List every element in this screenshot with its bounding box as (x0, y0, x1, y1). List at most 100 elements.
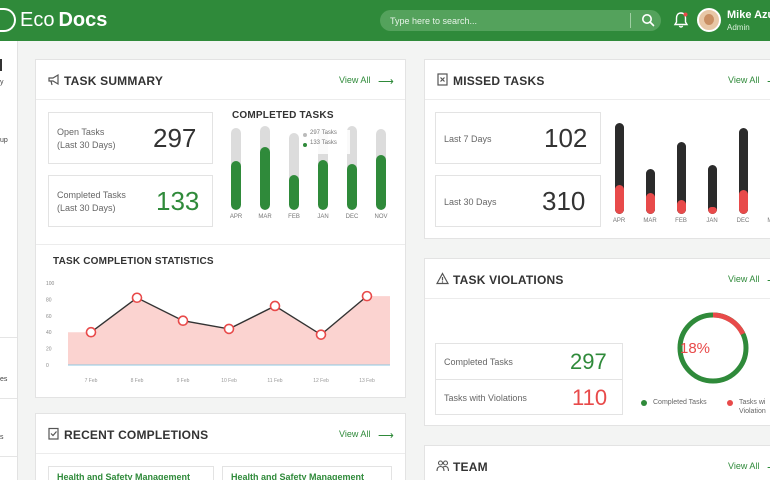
data-point (131, 292, 143, 304)
last-7-days-label: Last 7 Days (444, 134, 492, 144)
bar-fill (318, 159, 328, 210)
logo-mark-icon (0, 8, 16, 32)
avatar[interactable] (697, 8, 721, 32)
card-title: MISSED TASKS (453, 74, 545, 88)
arrow-right-icon[interactable]: ⟶ (378, 75, 394, 88)
y-tick-label: 80 (46, 297, 52, 303)
y-tick-label: 100 (46, 281, 55, 287)
checklist-icon (48, 427, 59, 440)
y-tick-label: 60 (46, 314, 52, 320)
completed-tasks-box: Completed Tasks (Last 30 Days) 133 (48, 175, 213, 227)
megaphone-icon (48, 73, 59, 86)
stats-divider (436, 379, 622, 380)
bar-label: NOV (374, 214, 388, 220)
last-30-days-box: Last 30 Days 310 (435, 175, 601, 227)
bar-track (614, 122, 624, 214)
missed-tasks-card: MISSED TASKS View All ⟶ Last 7 Days 102 … (424, 59, 770, 239)
data-point (85, 326, 97, 338)
completed-tasks-value: 133 (156, 186, 200, 216)
sidebar-divider (0, 456, 17, 457)
bell-icon[interactable] (673, 11, 689, 29)
violations-count-label: Tasks with Violations (444, 393, 527, 403)
list-item[interactable]: Health and Safety Management (48, 466, 214, 480)
open-tasks-period: (Last 30 Days) (57, 140, 116, 150)
y-tick-label: 20 (46, 347, 52, 353)
view-all-link[interactable]: View All (339, 429, 370, 439)
x-tick-label: 11 Feb (267, 378, 282, 384)
bar-label: MAR (767, 218, 770, 224)
bar-track (289, 132, 299, 210)
search-input[interactable] (390, 13, 620, 28)
data-point (177, 315, 189, 327)
x-tick-label: 13 Feb (359, 378, 375, 384)
logo-docs-text: Docs (58, 8, 108, 31)
bar-label: MAR (258, 214, 272, 220)
donut-percent-label: 18% (680, 340, 711, 357)
open-tasks-value: 297 (153, 123, 197, 153)
bar-label: APR (229, 214, 243, 220)
sidebar-item-label[interactable]: s (0, 434, 4, 441)
bar-fill (347, 163, 357, 210)
list-item-title: Health and Safety Management (231, 472, 365, 480)
view-all-link[interactable]: View All (728, 274, 759, 284)
search-icon[interactable] (641, 13, 655, 27)
last-30-days-label: Last 30 Days (444, 197, 497, 207)
x-tick-label: 7 Feb (85, 378, 98, 384)
bar-track (645, 168, 655, 214)
completed-tasks-label: Completed Tasks (57, 190, 126, 200)
bar-fill (676, 199, 686, 214)
bar-track (376, 129, 386, 210)
donut-violations-slice (712, 312, 746, 336)
sidebar-active-indicator (0, 59, 2, 71)
sidebar: y up es s (0, 41, 18, 480)
user-name[interactable]: Mike Azu (727, 9, 770, 21)
y-tick-label: 40 (46, 330, 52, 336)
bar-fill (376, 154, 386, 210)
completion-stats-chart: 100 80 60 40 20 0 7 Feb 8 Feb 9 Feb 10 Feb 11 Feb 1… (46, 281, 390, 384)
bar-label: FEB (288, 214, 300, 220)
x-tick-label: 10 Feb (221, 378, 237, 384)
sidebar-item-label[interactable]: y (0, 79, 4, 86)
y-tick-label: 0 (46, 363, 49, 369)
open-tasks-label: Open Tasks (57, 127, 105, 137)
violations-completed-label: Completed Tasks (444, 357, 513, 367)
data-point (269, 300, 281, 312)
legend-completed-dot (641, 400, 647, 406)
view-all-link[interactable]: View All (728, 461, 759, 471)
violations-stats-box: Completed Tasks 297 Tasks with Violation… (435, 343, 623, 415)
app-logo[interactable]: Eco Docs (0, 6, 107, 34)
last-7-days-box: Last 7 Days 102 (435, 112, 601, 164)
list-item[interactable]: Health and Safety Management (222, 466, 392, 480)
team-card: TEAM View All ⟶ (424, 445, 770, 480)
view-all-link[interactable]: View All (728, 75, 759, 85)
bar-label: MAR (643, 218, 657, 224)
bar-label: DEC (345, 214, 359, 220)
chart-tooltip: 297 Tasks 133 Tasks (300, 130, 350, 154)
bar-track (260, 126, 270, 210)
bar-track (738, 127, 748, 214)
tooltip-completed: 133 Tasks (310, 140, 337, 146)
data-point (361, 290, 373, 302)
view-all-link[interactable]: View All (339, 75, 370, 85)
sidebar-divider (0, 337, 17, 338)
last-30-days-value: 310 (542, 186, 586, 216)
data-point (315, 329, 327, 340)
bar-fill (738, 189, 748, 214)
bar-fill (707, 207, 717, 214)
sidebar-item-label[interactable]: es (0, 376, 7, 383)
bar-fill (645, 192, 655, 214)
violations-count-value: 110 (572, 385, 608, 410)
violations-completed-value: 297 (570, 349, 607, 374)
search-bar (380, 10, 661, 31)
sidebar-item-label[interactable]: up (0, 137, 8, 144)
arrow-right-icon[interactable]: ⟶ (378, 429, 394, 442)
card-header: TASK SUMMARY View All ⟶ (36, 60, 405, 100)
card-title: TASK SUMMARY (64, 74, 164, 88)
avatar-face-icon (704, 14, 714, 25)
bar-track (676, 142, 686, 214)
legend-violations-label-2: Violation (739, 408, 766, 415)
team-icon (436, 460, 449, 472)
card-header: TASK VIOLATIONS View All ⟶ (425, 259, 770, 299)
sidebar-divider (0, 398, 17, 399)
bar-fill (614, 185, 624, 214)
